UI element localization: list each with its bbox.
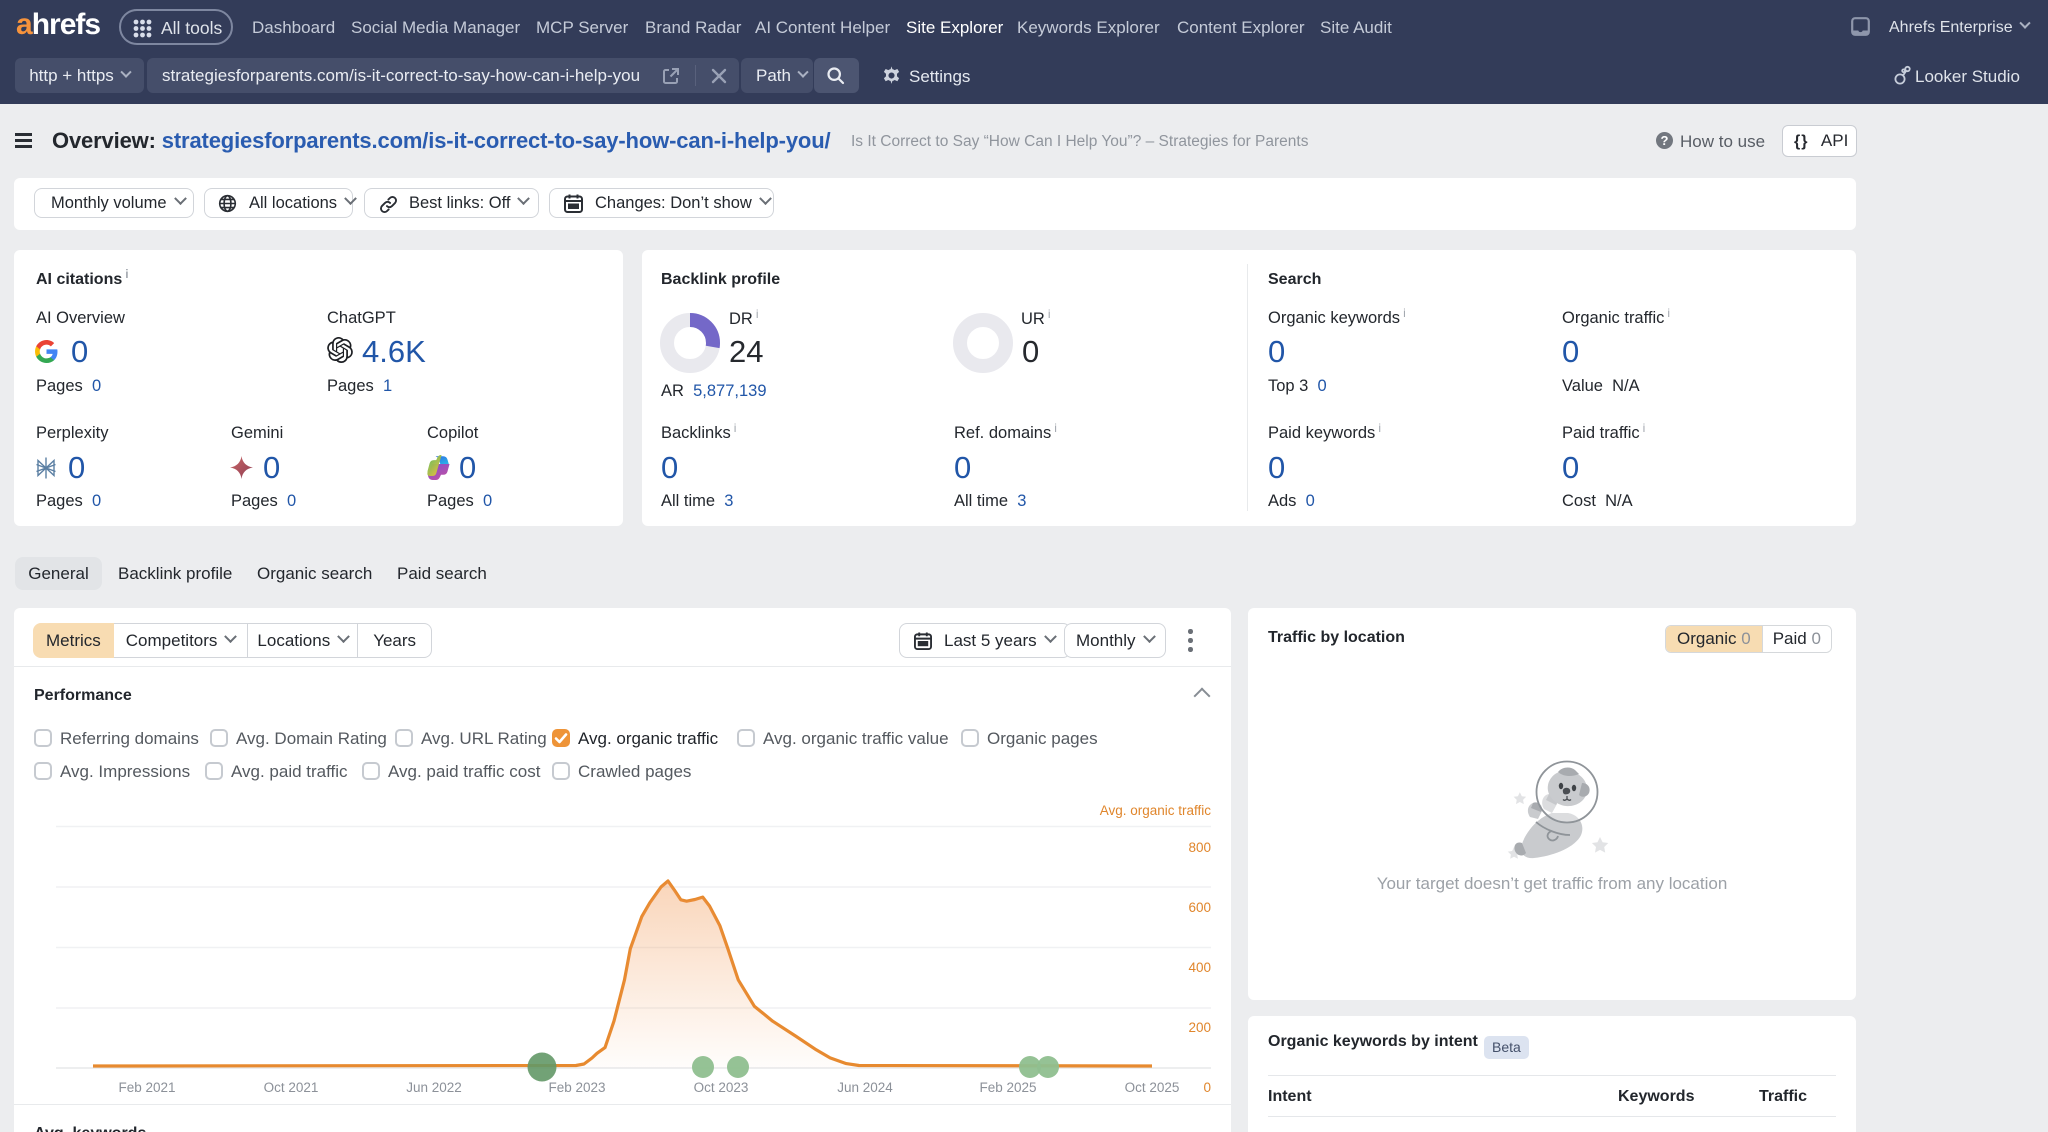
svg-text:Feb 2021: Feb 2021 [118,1080,175,1095]
svg-text:800: 800 [1188,840,1211,855]
svg-text:600: 600 [1188,900,1211,915]
svg-text:Oct 2023: Oct 2023 [694,1080,749,1095]
svg-text:0: 0 [1203,1080,1211,1095]
svg-text:Oct 2025: Oct 2025 [1125,1080,1180,1095]
svg-text:200: 200 [1188,1020,1211,1035]
svg-text:Feb 2025: Feb 2025 [979,1080,1036,1095]
svg-text:400: 400 [1188,960,1211,975]
svg-text:Jun 2022: Jun 2022 [406,1080,462,1095]
svg-text:Avg. organic traffic: Avg. organic traffic [1100,803,1212,818]
svg-text:Jun 2024: Jun 2024 [837,1080,893,1095]
svg-text:Oct 2021: Oct 2021 [264,1080,319,1095]
svg-text:Feb 2023: Feb 2023 [548,1080,605,1095]
